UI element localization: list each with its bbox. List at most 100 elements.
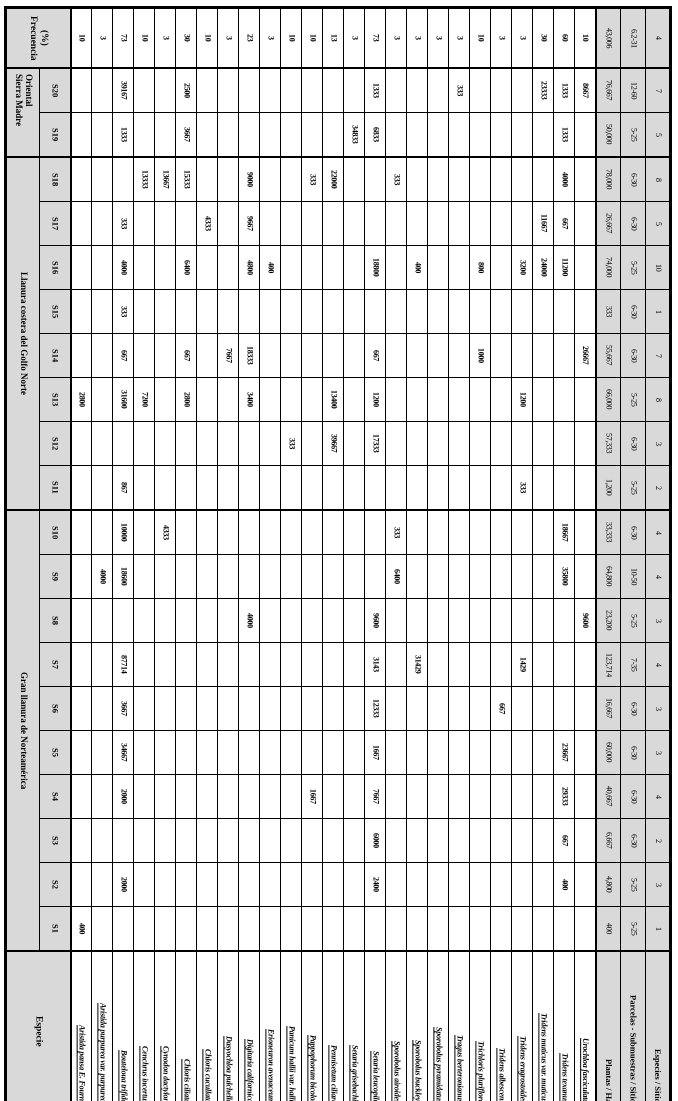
site-data-cell — [112, 421, 134, 466]
cell-text: 43,006 — [604, 27, 614, 49]
summary-value-cell: 6-30 — [620, 774, 646, 819]
cell-text: 2000 — [119, 877, 129, 892]
site-data-cell — [406, 774, 428, 819]
cell-text: 4 — [653, 574, 663, 579]
summary-value-cell: 5-25 — [620, 465, 646, 511]
region-group-label-text: Gran llanura de Norteamérica — [18, 671, 29, 790]
cell-text: 333 — [518, 481, 528, 494]
site-data-cell — [322, 774, 344, 819]
site-data-cell — [532, 156, 554, 202]
frequency-value-cell: 3 — [490, 7, 512, 69]
cell-text: 6-30 — [629, 304, 639, 319]
site-data-cell — [133, 642, 155, 687]
frequency-value-cell: 3 — [343, 7, 365, 69]
site-data-cell: 15333 — [175, 156, 197, 202]
site-data-cell — [196, 465, 218, 511]
site-data-cell — [574, 421, 596, 466]
site-data-cell: 2800 — [175, 377, 197, 422]
site-data-cell — [69, 289, 92, 334]
site-data-cell: 667 — [364, 333, 386, 378]
cell-text: 6833 — [371, 127, 381, 142]
site-data-cell — [343, 377, 365, 422]
frequency-value-cell: 10 — [196, 7, 218, 69]
site-data-cell — [217, 862, 239, 907]
cell-text: Tragus berteronianus — [455, 1035, 465, 1101]
cell-text: Cynodon dactylon — [161, 1046, 171, 1101]
site-data-cell — [322, 598, 344, 643]
site-data-cell: 333 — [280, 421, 302, 466]
species-name-cell: Chloris ciliata — [175, 950, 197, 1101]
cell-text: S16 — [50, 260, 61, 275]
site-data-cell — [469, 465, 491, 511]
site-data-cell: 13333 — [133, 156, 155, 202]
site-data-cell: 8667 — [574, 67, 596, 113]
site-data-cell — [343, 818, 365, 863]
site-data-cell — [427, 201, 449, 246]
site-data-cell — [532, 598, 554, 643]
cell-text: 8 — [653, 177, 663, 182]
site-data-cell — [490, 598, 512, 643]
site-data-cell — [385, 333, 407, 378]
cell-text: 3200 — [518, 260, 528, 275]
frecuencia-header: Frecuencia (%) — [5, 7, 71, 69]
site-data-cell — [154, 421, 176, 466]
site-data-cell — [322, 333, 344, 378]
site-data-cell — [322, 862, 344, 907]
site-data-cell — [175, 201, 197, 246]
cell-text: Bouteloua trifida — [119, 1049, 129, 1101]
cell-text: 333 — [392, 173, 402, 186]
cell-text: 1,200 — [604, 479, 614, 496]
site-data-cell: 13667 — [154, 156, 176, 202]
site-data-cell — [385, 906, 407, 952]
cell-text: 123,714 — [604, 652, 614, 677]
site-data-cell: 867 — [112, 465, 134, 511]
cell-text: 7667 — [371, 789, 381, 804]
site-data-cell — [448, 862, 470, 907]
cell-text: S19 — [50, 127, 61, 142]
site-data-cell — [280, 686, 302, 731]
site-data-cell — [469, 156, 491, 202]
site-data-cell — [259, 598, 281, 643]
site-data-cell: 667 — [175, 333, 197, 378]
cell-text: 3 — [161, 36, 171, 40]
cell-text: 5-25 — [629, 260, 639, 275]
site-data-cell: 6833 — [364, 112, 386, 158]
cell-text: 3 — [653, 882, 663, 887]
cell-text: 1 — [653, 926, 663, 931]
cell-text: 333 — [119, 305, 129, 318]
cell-text: 667 — [119, 349, 129, 362]
site-data-cell: 35800 — [553, 554, 575, 599]
site-data-cell — [448, 245, 470, 290]
cell-text: 2500 — [182, 83, 192, 98]
cell-text: Tridens albescens — [497, 1047, 507, 1101]
site-data-cell — [532, 465, 554, 511]
cell-text: 31429 — [413, 655, 423, 674]
site-data-cell — [238, 554, 260, 599]
site-data-cell — [217, 818, 239, 863]
site-data-cell — [69, 201, 92, 246]
frequency-value-cell: 3 — [448, 7, 470, 69]
site-data-cell — [364, 465, 386, 511]
site-data-cell — [553, 377, 575, 422]
summary-value-cell: 74,000 — [594, 245, 621, 290]
site-data-cell — [154, 201, 176, 246]
site-data-cell — [238, 686, 260, 731]
cell-text: 23 — [245, 34, 255, 42]
site-data-cell — [532, 333, 554, 378]
site-data-cell — [406, 67, 428, 113]
site-data-cell — [69, 245, 92, 290]
site-data-cell — [448, 333, 470, 378]
site-data-cell — [343, 906, 365, 952]
site-data-cell — [280, 906, 302, 952]
site-data-cell — [133, 906, 155, 952]
site-data-cell — [448, 377, 470, 422]
summary-value-cell: 1 — [645, 906, 671, 952]
cell-text: 12333 — [371, 699, 381, 718]
site-data-cell — [259, 289, 281, 334]
site-data-cell — [301, 906, 323, 952]
site-data-cell: 6400 — [385, 554, 407, 599]
summary-value-cell: 50,000 — [594, 112, 621, 158]
species-name-cell: Chloris cucullata — [196, 950, 218, 1101]
cell-text: 6400 — [182, 260, 192, 275]
summary-value-cell: 2 — [645, 465, 671, 511]
